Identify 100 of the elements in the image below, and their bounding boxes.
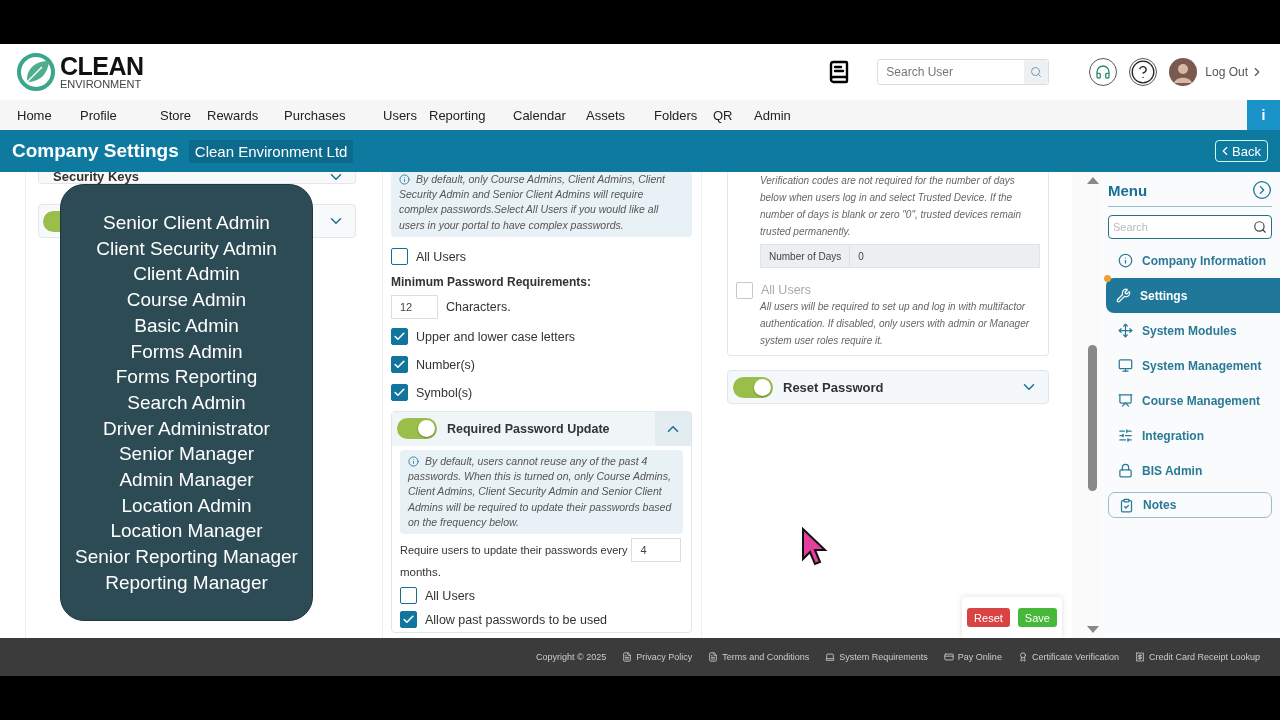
- menu-item[interactable]: System Management: [1108, 348, 1272, 383]
- monitor-icon: [1118, 358, 1133, 373]
- footer-link[interactable]: Credit Card Receipt Lookup: [1134, 652, 1260, 662]
- checkbox[interactable]: [391, 248, 408, 266]
- logo-title: CLEAN: [60, 54, 144, 79]
- menu-item[interactable]: BIS Admin: [1108, 453, 1272, 488]
- nav-item[interactable]: Purchases: [284, 107, 383, 123]
- settings-panel[interactable]: Reset Password: [727, 370, 1049, 404]
- page-title: Company Settings: [12, 140, 179, 162]
- nav-item[interactable]: Store: [160, 107, 207, 123]
- checkbox[interactable]: [391, 328, 408, 346]
- menu-item[interactable]: System Modules: [1108, 313, 1272, 348]
- menu-item[interactable]: Settings: [1106, 278, 1280, 313]
- role-name: Forms Admin: [130, 339, 243, 364]
- info-text: All users will be required to set up and log in with multifactor authentication. If disabled, only users with admin or Manager system user roles require it.: [758, 300, 1031, 348]
- footer-link[interactable]: Certificate Verification: [1017, 652, 1119, 662]
- credit-card-icon: [943, 652, 954, 662]
- checkbox[interactable]: [391, 356, 408, 374]
- toggle-switch[interactable]: [733, 376, 773, 398]
- nav-item[interactable]: Assets: [586, 107, 654, 123]
- nav-item[interactable]: Folders: [654, 107, 713, 123]
- field-label: Require users to update their passwords every: [400, 543, 628, 556]
- logout-link[interactable]: Log Out: [1205, 65, 1264, 79]
- info-note: By default, only Course Admins, Client Admins, Client Security Admin and Senior Client Admins will require complex passwords.Select All Users if you would like all users in your portal to have complex passwords.: [391, 172, 692, 237]
- role-name: Location Manager: [110, 519, 263, 544]
- lock-icon: [1118, 463, 1133, 478]
- footer-link[interactable]: Privacy Policy: [622, 652, 693, 662]
- nav-item[interactable]: Rewards: [207, 107, 284, 123]
- nav-item[interactable]: Calendar: [513, 107, 586, 123]
- role-name: Reporting Manager: [105, 570, 268, 595]
- footer-link[interactable]: System Requirements: [825, 652, 928, 662]
- role-name: Location Admin: [121, 493, 252, 518]
- checkbox-label: All Users: [761, 283, 811, 297]
- checkbox[interactable]: [391, 384, 408, 402]
- checkbox-label: Number(s): [416, 357, 476, 372]
- info-note: By default, users cannot reuse any of the past 4 passwords. When this is turned on, only Course Admins, Client Admins, Client Security Admin and Senior Client Admins will be required to update their passwords based on the frequency below.: [400, 449, 683, 534]
- wrench-icon: [1116, 288, 1131, 303]
- footer-link[interactable]: Pay Online: [943, 652, 1002, 662]
- checkbox-label: Allow past passwords to be used: [425, 612, 608, 627]
- clipboard-icon: [1119, 497, 1134, 513]
- days-field[interactable]: Number of Days 0: [760, 244, 1040, 268]
- reset-button[interactable]: Reset: [967, 608, 1010, 627]
- footer-link[interactable]: Terms and Conditions: [708, 652, 810, 662]
- certificate-icon: [1017, 652, 1028, 662]
- nav-item[interactable]: Admin: [754, 107, 814, 123]
- toggle-switch[interactable]: [397, 418, 437, 440]
- leaf-logo-icon: [16, 52, 56, 92]
- menu-title: Menu: [1108, 181, 1148, 199]
- section-heading: Minimum Password Requirements:: [391, 274, 593, 289]
- checkbox-label: Symbol(s): [416, 385, 473, 400]
- info-icon: [1118, 253, 1133, 268]
- role-name: Forms Reporting: [115, 365, 258, 390]
- menu-item[interactable]: Integration: [1108, 418, 1272, 453]
- panel-title: Reset Password: [783, 379, 884, 395]
- document-icon: [708, 652, 719, 662]
- field-value: 0: [857, 249, 865, 264]
- checkbox-label: All Users: [425, 588, 475, 603]
- nav-item[interactable]: Users: [383, 107, 429, 123]
- months-input[interactable]: 4: [631, 537, 682, 562]
- document-icon: [622, 652, 633, 662]
- checkbox-label: All Users: [416, 249, 466, 264]
- info-icon: [399, 174, 410, 185]
- checkbox[interactable]: [400, 587, 417, 605]
- nav-item[interactable]: Reporting: [429, 107, 513, 123]
- role-name: Client Security Admin: [96, 236, 277, 261]
- role-name: Senior Reporting Manager: [75, 545, 298, 570]
- chevron-right-icon[interactable]: [1252, 180, 1272, 200]
- copyright: Copyright © 2025: [536, 652, 607, 662]
- search-icon[interactable]: [1253, 220, 1267, 234]
- menu-item[interactable]: Notes: [1108, 492, 1272, 518]
- role-name: Admin Manager: [119, 468, 254, 493]
- input-suffix: Characters.: [446, 299, 511, 314]
- info-text: Verification codes are not required for the number of days below when users log in and select Trusted Device. If the number of days is blank or zero "0", trusted devices remain trusted permanently.: [759, 174, 1023, 239]
- info-icon: [408, 455, 419, 467]
- checkbox-label: Upper and lower case letters: [416, 329, 576, 344]
- field-label: Number of Days: [761, 245, 851, 267]
- notification-dot: [1104, 275, 1111, 282]
- avatar[interactable]: [1169, 58, 1198, 86]
- laptop-icon: [825, 652, 836, 662]
- nav-item[interactable]: QR: [713, 107, 754, 123]
- field-suffix: months.: [400, 565, 441, 578]
- checkbox[interactable]: [400, 611, 417, 629]
- role-name: Senior Manager: [118, 442, 255, 467]
- nav-item[interactable]: Profile: [80, 107, 160, 123]
- role-name: Client Admin: [133, 262, 240, 287]
- nav-item[interactable]: Home: [17, 107, 80, 123]
- settings-panel[interactable]: Security Keys: [38, 172, 356, 184]
- back-button[interactable]: Back: [1215, 140, 1268, 162]
- logo-subtitle: ENVIRONMENT: [60, 79, 143, 90]
- length-input[interactable]: 12: [391, 294, 438, 319]
- role-name: Senior Client Admin: [103, 211, 270, 235]
- menu-item[interactable]: Company Information: [1108, 243, 1272, 278]
- menu-search-field[interactable]: Search: [1108, 215, 1272, 239]
- receipt-icon: [1134, 652, 1145, 662]
- menu-item[interactable]: Course Management: [1108, 383, 1272, 418]
- scrollbar[interactable]: [1072, 172, 1100, 638]
- role-name: Driver Administrator: [103, 416, 270, 441]
- sliders-icon: [1118, 428, 1133, 443]
- settings-panel[interactable]: Required Password Update: [392, 411, 691, 446]
- role-name: Search Admin: [127, 390, 246, 415]
